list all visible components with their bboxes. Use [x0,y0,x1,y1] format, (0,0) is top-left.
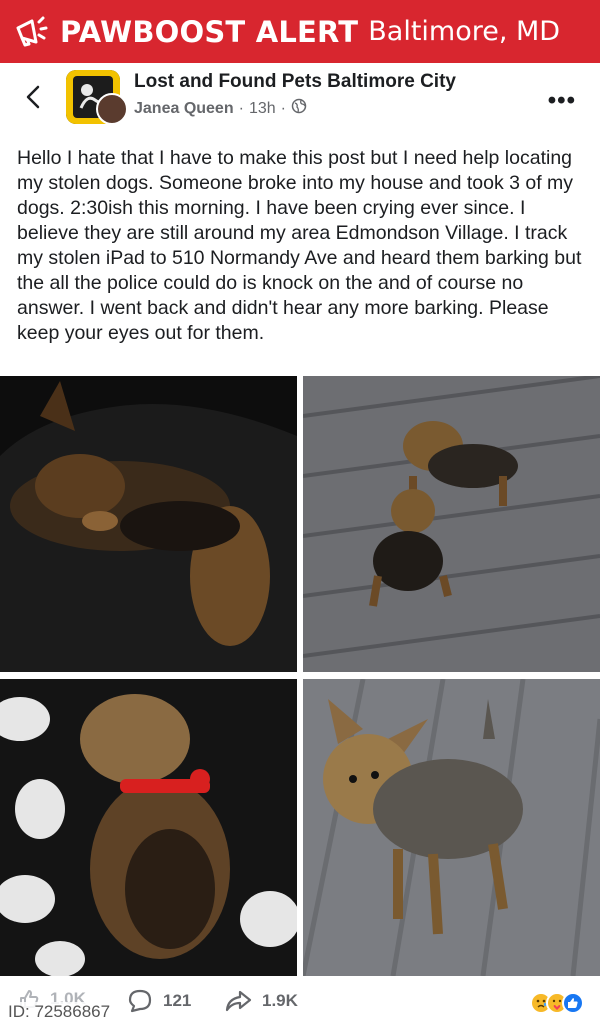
meta-separator: · [280,99,286,117]
comment-count: 121 [163,991,192,1010]
author-name[interactable]: Janea Queen [134,100,234,118]
share-button[interactable]: 1.9K [224,988,298,1014]
dog-photo-4[interactable] [303,679,600,976]
pawboost-id: ID: 72586867 [4,1002,115,1022]
post-header: Lost and Found Pets Baltimore City Janea… [0,63,600,131]
reaction-summary[interactable] [530,992,584,1014]
group-name[interactable]: Lost and Found Pets Baltimore City [134,71,456,93]
dog-photo-3[interactable] [0,679,297,976]
dog-photo-2[interactable] [303,376,600,672]
photo-grid [0,376,600,976]
meta-separator: · [238,99,244,117]
megaphone-icon [8,10,52,54]
banner-city: Baltimore, MD [368,16,561,47]
banner-title: PAWBOOST ALERT [60,14,359,49]
dog-photo-1[interactable] [0,376,297,672]
user-avatar[interactable] [96,93,128,125]
post-time[interactable]: 13h [249,100,276,118]
back-arrow-icon[interactable] [20,83,48,111]
post-meta: Janea Queen · 13h · [134,98,307,119]
pawboost-banner: PAWBOOST ALERT Baltimore, MD [0,0,600,63]
comment-icon [128,989,152,1013]
share-count: 1.9K [262,991,298,1010]
like-reaction-icon [562,992,584,1014]
share-icon [225,990,252,1012]
post-text: Hello I hate that I have to make this po… [17,147,582,344]
comment-button[interactable]: 121 [127,988,191,1014]
more-options-icon[interactable]: ••• [548,87,576,115]
globe-icon [291,98,307,119]
